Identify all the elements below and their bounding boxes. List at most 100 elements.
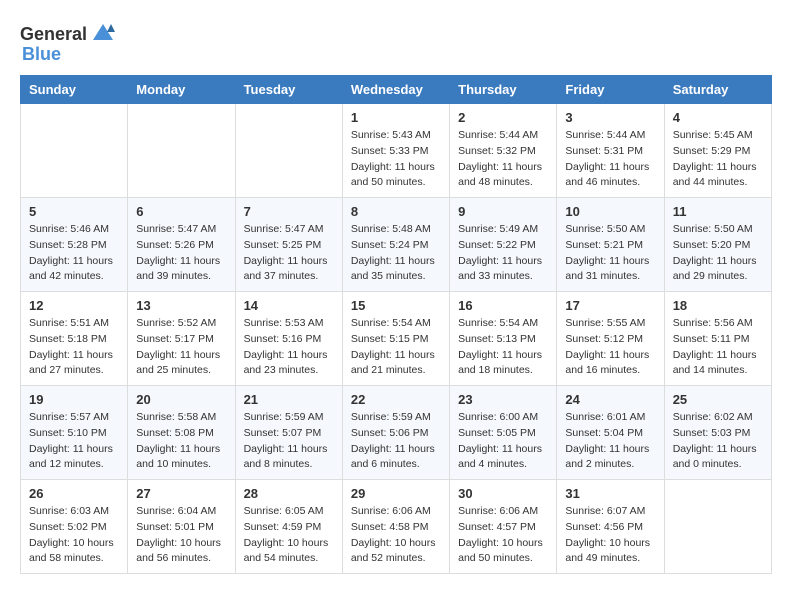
calendar-cell: 23 Sunrise: 6:00 AM Sunset: 5:05 PM Dayli… (450, 386, 557, 480)
day-number: 13 (136, 298, 226, 313)
weekday-header-friday: Friday (557, 76, 664, 104)
day-info: Sunrise: 6:06 AM Sunset: 4:57 PM Dayligh… (458, 504, 548, 567)
day-number: 14 (244, 298, 334, 313)
day-info: Sunrise: 5:52 AM Sunset: 5:17 PM Dayligh… (136, 316, 226, 379)
day-number: 30 (458, 486, 548, 501)
day-info: Sunrise: 5:50 AM Sunset: 5:20 PM Dayligh… (673, 222, 763, 285)
weekday-header-tuesday: Tuesday (235, 76, 342, 104)
calendar-cell (235, 104, 342, 198)
calendar-week-row: 19 Sunrise: 5:57 AM Sunset: 5:10 PM Dayli… (21, 386, 772, 480)
calendar-cell: 24Sunrise: 6:01 AM Sunset: 5:04 PM Dayli… (557, 386, 664, 480)
calendar-cell: 11 Sunrise: 5:50 AM Sunset: 5:20 PM Dayli… (664, 198, 771, 292)
day-info: Sunrise: 5:55 AM Sunset: 5:12 PM Dayligh… (565, 316, 655, 379)
calendar-cell: 9Sunrise: 5:49 AM Sunset: 5:22 PM Daylig… (450, 198, 557, 292)
day-info: Sunrise: 5:44 AM Sunset: 5:31 PM Dayligh… (565, 128, 655, 191)
day-info: Sunrise: 5:45 AM Sunset: 5:29 PM Dayligh… (673, 128, 763, 191)
day-info: Sunrise: 6:03 AM Sunset: 5:02 PM Dayligh… (29, 504, 119, 567)
day-number: 6 (136, 204, 226, 219)
day-number: 11 (673, 204, 763, 219)
day-info: Sunrise: 5:44 AM Sunset: 5:32 PM Dayligh… (458, 128, 548, 191)
day-info: Sunrise: 6:00 AM Sunset: 5:05 PM Dayligh… (458, 410, 548, 473)
day-number: 7 (244, 204, 334, 219)
calendar-cell: 10 Sunrise: 5:50 AM Sunset: 5:21 PM Dayli… (557, 198, 664, 292)
calendar-cell: 8Sunrise: 5:48 AM Sunset: 5:24 PM Daylig… (342, 198, 449, 292)
calendar-cell: 29Sunrise: 6:06 AM Sunset: 4:58 PM Dayli… (342, 480, 449, 574)
day-info: Sunrise: 6:07 AM Sunset: 4:56 PM Dayligh… (565, 504, 655, 567)
day-number: 29 (351, 486, 441, 501)
day-number: 21 (244, 392, 334, 407)
weekday-header-wednesday: Wednesday (342, 76, 449, 104)
day-number: 31 (565, 486, 655, 501)
day-number: 24 (565, 392, 655, 407)
day-number: 22 (351, 392, 441, 407)
calendar-cell: 28 Sunrise: 6:05 AM Sunset: 4:59 PM Dayli… (235, 480, 342, 574)
day-info: Sunrise: 5:54 AM Sunset: 5:15 PM Dayligh… (351, 316, 441, 379)
weekday-header-monday: Monday (128, 76, 235, 104)
calendar-table: SundayMondayTuesdayWednesdayThursdayFrid… (20, 75, 772, 574)
day-number: 18 (673, 298, 763, 313)
calendar-cell: 12 Sunrise: 5:51 AM Sunset: 5:18 PM Dayli… (21, 292, 128, 386)
day-info: Sunrise: 5:51 AM Sunset: 5:18 PM Dayligh… (29, 316, 119, 379)
calendar-cell: 19 Sunrise: 5:57 AM Sunset: 5:10 PM Dayli… (21, 386, 128, 480)
day-number: 3 (565, 110, 655, 125)
day-info: Sunrise: 5:57 AM Sunset: 5:10 PM Dayligh… (29, 410, 119, 473)
weekday-header-saturday: Saturday (664, 76, 771, 104)
calendar-cell: 18Sunrise: 5:56 AM Sunset: 5:11 PM Dayli… (664, 292, 771, 386)
calendar-cell: 15 Sunrise: 5:54 AM Sunset: 5:15 PM Dayli… (342, 292, 449, 386)
day-number: 25 (673, 392, 763, 407)
day-info: Sunrise: 5:50 AM Sunset: 5:21 PM Dayligh… (565, 222, 655, 285)
calendar-cell: 16 Sunrise: 5:54 AM Sunset: 5:13 PM Dayli… (450, 292, 557, 386)
day-number: 12 (29, 298, 119, 313)
day-info: Sunrise: 5:58 AM Sunset: 5:08 PM Dayligh… (136, 410, 226, 473)
calendar-cell: 5 Sunrise: 5:46 AM Sunset: 5:28 PM Daylig… (21, 198, 128, 292)
day-number: 10 (565, 204, 655, 219)
day-info: Sunrise: 5:46 AM Sunset: 5:28 PM Dayligh… (29, 222, 119, 285)
day-info: Sunrise: 5:54 AM Sunset: 5:13 PM Dayligh… (458, 316, 548, 379)
weekday-header-sunday: Sunday (21, 76, 128, 104)
calendar-cell (128, 104, 235, 198)
day-number: 28 (244, 486, 334, 501)
day-info: Sunrise: 6:05 AM Sunset: 4:59 PM Dayligh… (244, 504, 334, 567)
calendar-cell: 6 Sunrise: 5:47 AM Sunset: 5:26 PM Daylig… (128, 198, 235, 292)
logo: General Blue (20, 20, 117, 65)
calendar-cell: 4Sunrise: 5:45 AM Sunset: 5:29 PM Daylig… (664, 104, 771, 198)
day-number: 19 (29, 392, 119, 407)
calendar-header-row: SundayMondayTuesdayWednesdayThursdayFrid… (21, 76, 772, 104)
day-info: Sunrise: 5:43 AM Sunset: 5:33 PM Dayligh… (351, 128, 441, 191)
day-info: Sunrise: 5:53 AM Sunset: 5:16 PM Dayligh… (244, 316, 334, 379)
calendar-cell: 25 Sunrise: 6:02 AM Sunset: 5:03 PM Dayli… (664, 386, 771, 480)
page-header: General Blue (20, 20, 772, 65)
calendar-cell: 30 Sunrise: 6:06 AM Sunset: 4:57 PM Dayli… (450, 480, 557, 574)
calendar-week-row: 26 Sunrise: 6:03 AM Sunset: 5:02 PM Dayli… (21, 480, 772, 574)
calendar-cell: 21 Sunrise: 5:59 AM Sunset: 5:07 PM Dayli… (235, 386, 342, 480)
day-info: Sunrise: 6:02 AM Sunset: 5:03 PM Dayligh… (673, 410, 763, 473)
day-info: Sunrise: 5:59 AM Sunset: 5:06 PM Dayligh… (351, 410, 441, 473)
calendar-cell: 22 Sunrise: 5:59 AM Sunset: 5:06 PM Dayli… (342, 386, 449, 480)
day-info: Sunrise: 6:04 AM Sunset: 5:01 PM Dayligh… (136, 504, 226, 567)
day-number: 5 (29, 204, 119, 219)
calendar-cell: 27Sunrise: 6:04 AM Sunset: 5:01 PM Dayli… (128, 480, 235, 574)
calendar-cell (664, 480, 771, 574)
calendar-cell: 14 Sunrise: 5:53 AM Sunset: 5:16 PM Dayli… (235, 292, 342, 386)
calendar-cell: 13 Sunrise: 5:52 AM Sunset: 5:17 PM Dayli… (128, 292, 235, 386)
calendar-cell: 26 Sunrise: 6:03 AM Sunset: 5:02 PM Dayli… (21, 480, 128, 574)
day-number: 1 (351, 110, 441, 125)
logo-blue: Blue (22, 44, 61, 65)
day-number: 20 (136, 392, 226, 407)
calendar-week-row: 5 Sunrise: 5:46 AM Sunset: 5:28 PM Daylig… (21, 198, 772, 292)
day-number: 8 (351, 204, 441, 219)
calendar-cell (21, 104, 128, 198)
calendar-cell: 1 Sunrise: 5:43 AM Sunset: 5:33 PM Daylig… (342, 104, 449, 198)
calendar-cell: 3 Sunrise: 5:44 AM Sunset: 5:31 PM Daylig… (557, 104, 664, 198)
day-number: 2 (458, 110, 548, 125)
day-info: Sunrise: 5:47 AM Sunset: 5:25 PM Dayligh… (244, 222, 334, 285)
day-info: Sunrise: 5:59 AM Sunset: 5:07 PM Dayligh… (244, 410, 334, 473)
day-info: Sunrise: 5:49 AM Sunset: 5:22 PM Dayligh… (458, 222, 548, 285)
day-number: 26 (29, 486, 119, 501)
calendar-week-row: 1 Sunrise: 5:43 AM Sunset: 5:33 PM Daylig… (21, 104, 772, 198)
day-number: 15 (351, 298, 441, 313)
day-number: 23 (458, 392, 548, 407)
day-info: Sunrise: 5:47 AM Sunset: 5:26 PM Dayligh… (136, 222, 226, 285)
day-number: 16 (458, 298, 548, 313)
calendar-week-row: 12 Sunrise: 5:51 AM Sunset: 5:18 PM Dayli… (21, 292, 772, 386)
